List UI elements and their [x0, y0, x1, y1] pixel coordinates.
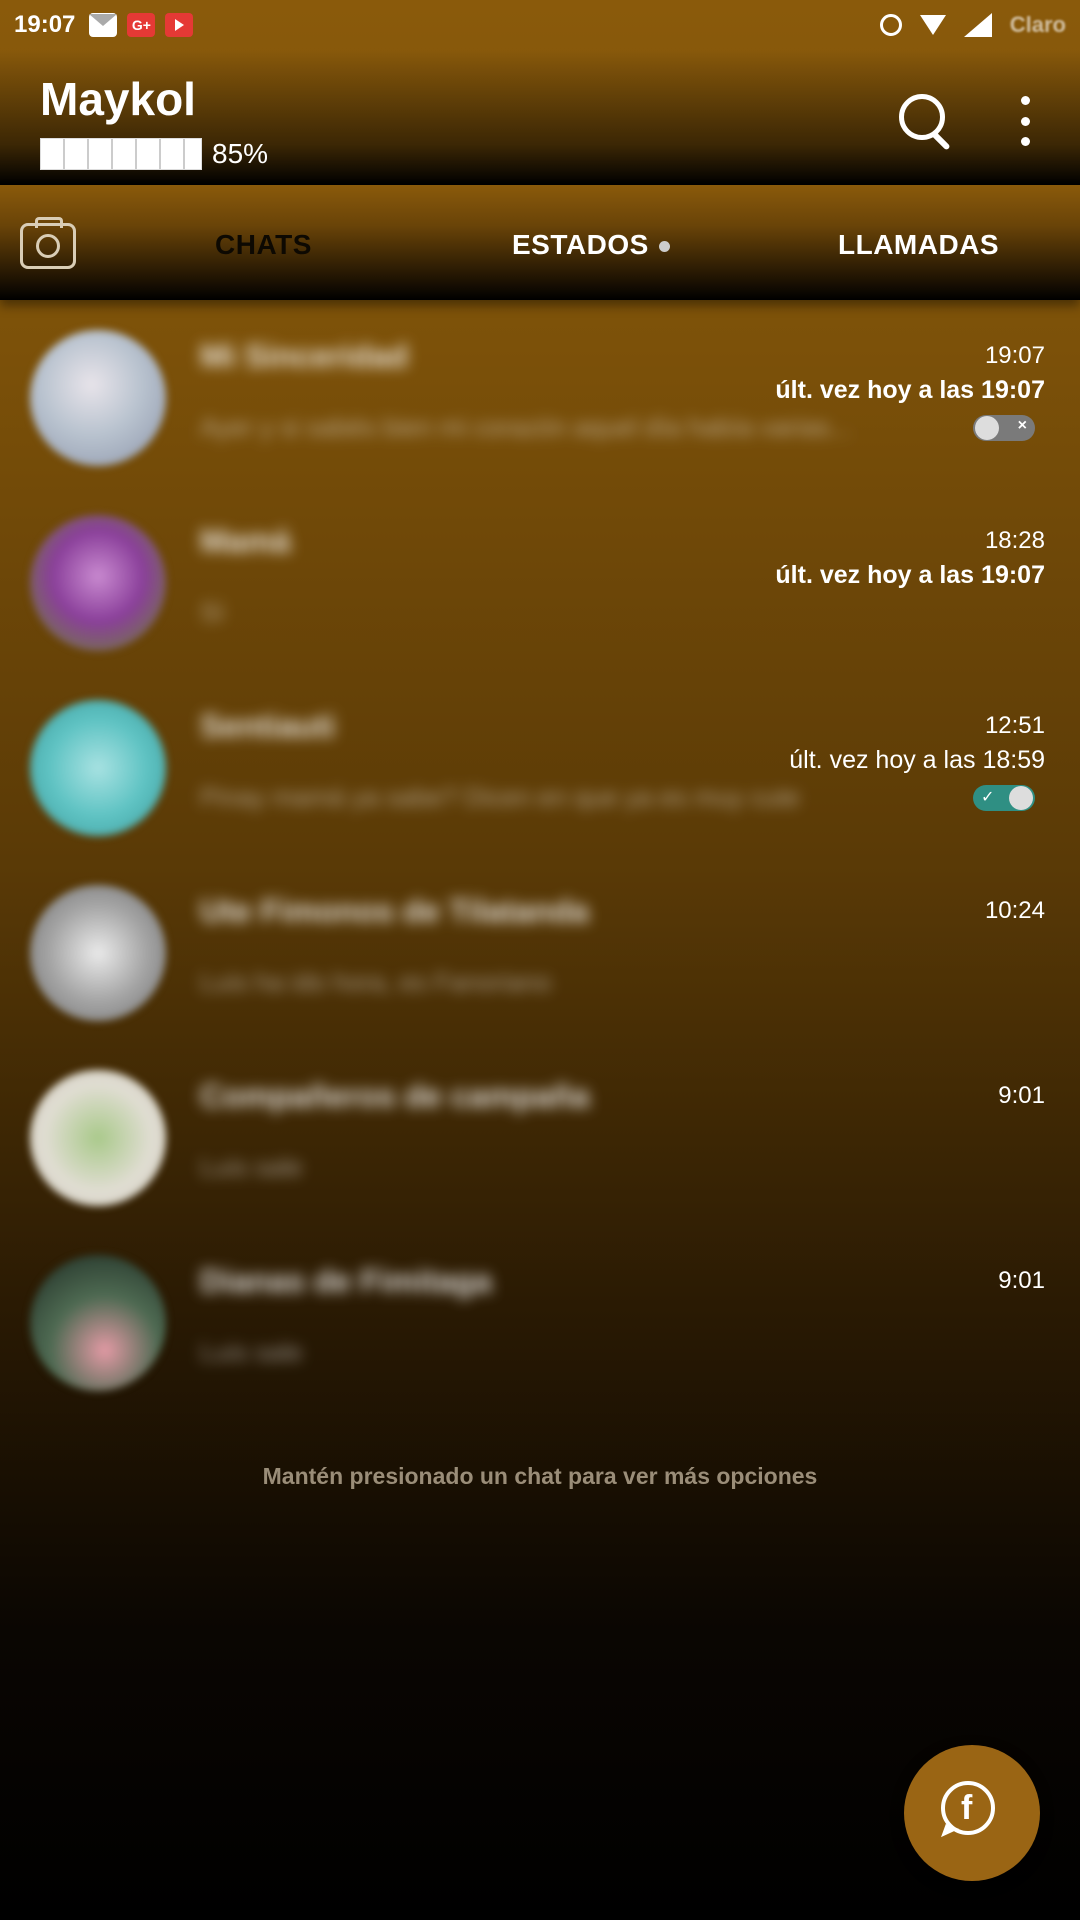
carrier-label: Claro [1009, 12, 1066, 37]
wifi-icon [919, 15, 946, 35]
battery-indicator: 85% [40, 138, 268, 170]
chat-row[interactable]: Ute Fimonos de Tilatanda Luis ha ido hor… [0, 855, 1080, 1040]
more-vert-icon-dot [1020, 137, 1030, 146]
chat-name: Compañeros de campaña [200, 1078, 590, 1114]
tab-llamadas-label: LLAMADAS [838, 229, 1000, 260]
toggle-knob [975, 416, 999, 440]
chat-name: Mamá [200, 523, 291, 559]
new-status-dot [658, 241, 670, 253]
signal-icon [963, 13, 992, 37]
chat-preview: Luis sale [200, 1152, 303, 1182]
chat-time: 12:51 [984, 712, 1045, 739]
google-plus-icon: G+ [127, 13, 156, 37]
search-button[interactable] [895, 90, 955, 151]
chat-time: 9:01 [998, 1082, 1045, 1109]
chat-row[interactable]: Compañeros de campaña Luis sale 9:01 [0, 1040, 1080, 1225]
status-bar: 19:07 G+ Claro [0, 0, 1080, 50]
tab-chats-label: CHATS [215, 229, 312, 260]
chat-row[interactable]: Mamá Sí 18:28 últ. vez hoy a las 19:07 [0, 485, 1080, 670]
last-seen-prefix: últ. vez hoy a las [775, 561, 982, 589]
avatar[interactable] [30, 1070, 166, 1206]
more-vert-icon-dot [1020, 116, 1030, 126]
search-icon-handle [930, 130, 951, 151]
notification-toggle[interactable]: × [973, 415, 1035, 441]
last-seen-prefix: últ. vez hoy a las [775, 376, 982, 404]
avatar[interactable] [30, 1255, 166, 1391]
chat-preview: Sí [200, 597, 225, 627]
app-header: Maykol 85% [0, 50, 1080, 185]
chat-name: Dianas de Fimitaga [200, 1263, 492, 1299]
close-icon: × [1017, 417, 1027, 434]
tab-estados-label: ESTADOS [512, 229, 649, 260]
tab-llamadas[interactable]: LLAMADAS [838, 229, 999, 261]
chat-last-seen: últ. vez hoy a las 18:59 [789, 746, 1045, 775]
mail-icon [89, 13, 118, 37]
youtube-icon [165, 13, 194, 37]
chat-row[interactable]: Dianas de Fimitaga Luis sale 9:01 [0, 1225, 1080, 1410]
toggle-knob [1009, 786, 1033, 810]
more-vert-icon-dot [1020, 96, 1030, 105]
last-seen-prefix: últ. vez hoy a las [789, 746, 983, 774]
chat-list: Mi Sinceridad Ayer y si sabés bien mi co… [0, 300, 1080, 1410]
camera-icon[interactable] [20, 217, 76, 269]
tab-estados[interactable]: ESTADOS [512, 229, 670, 261]
chat-row[interactable]: Sentiauti Pinay mamá ya sabe? Dicen en q… [0, 670, 1080, 855]
chat-last-seen: últ. vez hoy a las 19:07 [775, 561, 1045, 590]
chat-time: 9:01 [998, 1267, 1045, 1294]
battery-bar [40, 138, 202, 170]
alarm-icon [879, 14, 902, 36]
chat-preview: Luis sale [200, 1337, 303, 1367]
avatar[interactable] [30, 700, 166, 836]
chat-preview: Pinay mamá ya sabe? Dicen en que ya es m… [200, 782, 800, 812]
chat-name: Mi Sinceridad [200, 338, 409, 374]
status-right: Claro [879, 12, 1066, 38]
notification-toggle[interactable]: ✓ [973, 785, 1035, 811]
overflow-menu-button[interactable] [1015, 96, 1035, 146]
long-press-hint: Mantén presionado un chat para ver más o… [262, 1463, 818, 1489]
chat-time: 10:24 [984, 897, 1045, 924]
avatar[interactable] [30, 515, 166, 651]
chat-name: Sentiauti [200, 708, 336, 744]
chat-last-seen: últ. vez hoy a las 19:07 [775, 376, 1045, 405]
last-seen-time: 18:59 [982, 746, 1045, 774]
chat-row[interactable]: Mi Sinceridad Ayer y si sabés bien mi co… [0, 300, 1080, 485]
battery-label: 85% [212, 138, 269, 169]
tab-bar: CHATS ESTADOS LLAMADAS [0, 185, 1080, 300]
avatar[interactable] [30, 330, 166, 466]
avatar[interactable] [30, 885, 166, 1021]
tab-chats[interactable]: CHATS [215, 229, 312, 261]
app-title: Maykol [40, 73, 196, 125]
chat-preview: Luis ha ido hora, es Fanoriano [200, 967, 552, 997]
status-time: 19:07 [14, 11, 76, 38]
chat-preview: Ayer y si sabés bien mi corazón aquel dí… [200, 412, 852, 442]
last-seen-time: 19:07 [981, 376, 1045, 404]
chat-time: 19:07 [984, 342, 1045, 369]
check-icon: ✓ [981, 789, 995, 806]
new-chat-fab[interactable]: f [904, 1745, 1040, 1881]
last-seen-time: 19:07 [981, 561, 1045, 589]
chat-time: 18:28 [984, 527, 1045, 554]
chat-name: Ute Fimonos de Tilatanda [200, 893, 589, 929]
facebook-icon: f [961, 1789, 973, 1827]
